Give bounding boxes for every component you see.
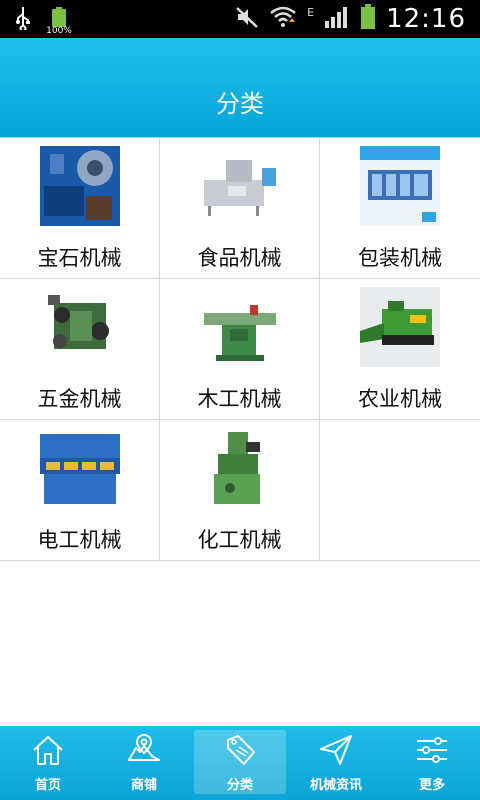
signal-icon xyxy=(324,5,350,33)
tab-news[interactable]: 机械资讯 xyxy=(288,726,384,800)
tab-categories[interactable]: 分类 xyxy=(192,726,288,800)
category-label: 五金机械 xyxy=(37,387,122,411)
tab-label: 首页 xyxy=(34,778,61,793)
category-label: 食品机械 xyxy=(197,246,282,270)
clock: 12:16 xyxy=(386,4,466,34)
category-item-gem-machinery[interactable]: 宝石机械 xyxy=(0,138,160,279)
bottom-tab-bar: 首页 商铺 分类 机械资讯 更多 xyxy=(0,726,480,800)
page-title: 分类 xyxy=(216,90,264,118)
category-item-electrical-machinery[interactable]: 电工机械 xyxy=(0,420,160,561)
sliders-icon xyxy=(417,737,447,763)
grid-row: 五金机械 木工机械 农业机械 xyxy=(0,279,480,420)
category-item-chemical-machinery[interactable]: 化工机械 xyxy=(160,420,320,561)
packaging-machine-thumb xyxy=(360,146,440,226)
tab-home[interactable]: 首页 xyxy=(0,726,96,800)
tab-more[interactable]: 更多 xyxy=(384,726,480,800)
category-grid: 宝石机械 食品机械 包装机械 五金机械 木工机械 农业机械 电工机械 化工机械 xyxy=(0,138,480,561)
send-icon xyxy=(320,735,352,765)
battery-full-icon xyxy=(360,4,376,34)
tab-label: 机械资讯 xyxy=(309,778,362,793)
category-item-woodworking-machinery[interactable]: 木工机械 xyxy=(160,279,320,420)
network-type: E xyxy=(307,6,315,19)
agriculture-machine-thumb xyxy=(360,287,440,367)
category-label: 电工机械 xyxy=(37,528,122,552)
tab-label: 分类 xyxy=(226,778,253,793)
electrical-machine-thumb xyxy=(40,428,120,508)
usb-icon xyxy=(14,6,32,34)
category-label: 包装机械 xyxy=(358,246,442,270)
category-item-agricultural-machinery[interactable]: 农业机械 xyxy=(320,279,480,420)
header-bar: 分类 xyxy=(0,38,480,138)
home-icon xyxy=(33,736,63,765)
wifi-icon xyxy=(269,5,297,33)
battery-percent: 100% xyxy=(46,26,72,36)
tab-label: 更多 xyxy=(418,778,445,793)
gem-machine-thumb xyxy=(40,146,120,226)
grid-row: 电工机械 化工机械 xyxy=(0,420,480,561)
empty-cell xyxy=(320,420,480,561)
category-item-hardware-machinery[interactable]: 五金机械 xyxy=(0,279,160,420)
tab-label: 商铺 xyxy=(130,778,157,793)
category-label: 化工机械 xyxy=(197,528,282,552)
category-label: 木工机械 xyxy=(197,387,282,411)
category-label: 农业机械 xyxy=(358,387,442,411)
hardware-machine-thumb xyxy=(40,287,120,367)
grid-row: 宝石机械 食品机械 包装机械 xyxy=(0,138,480,279)
map-icon xyxy=(128,733,160,761)
category-label: 宝石机械 xyxy=(37,246,122,270)
chemical-machine-thumb xyxy=(200,428,280,508)
category-item-packaging-machinery[interactable]: 包装机械 xyxy=(320,138,480,279)
mute-icon xyxy=(235,5,259,33)
tab-shops[interactable]: 商铺 xyxy=(96,726,192,800)
status-bar: 100% E 12:16 xyxy=(0,0,480,38)
food-machine-thumb xyxy=(200,146,280,226)
woodworking-machine-thumb xyxy=(200,287,280,367)
category-item-food-machinery[interactable]: 食品机械 xyxy=(160,138,320,279)
battery-icon: 100% xyxy=(46,7,72,36)
sale-tag-icon xyxy=(227,735,255,765)
